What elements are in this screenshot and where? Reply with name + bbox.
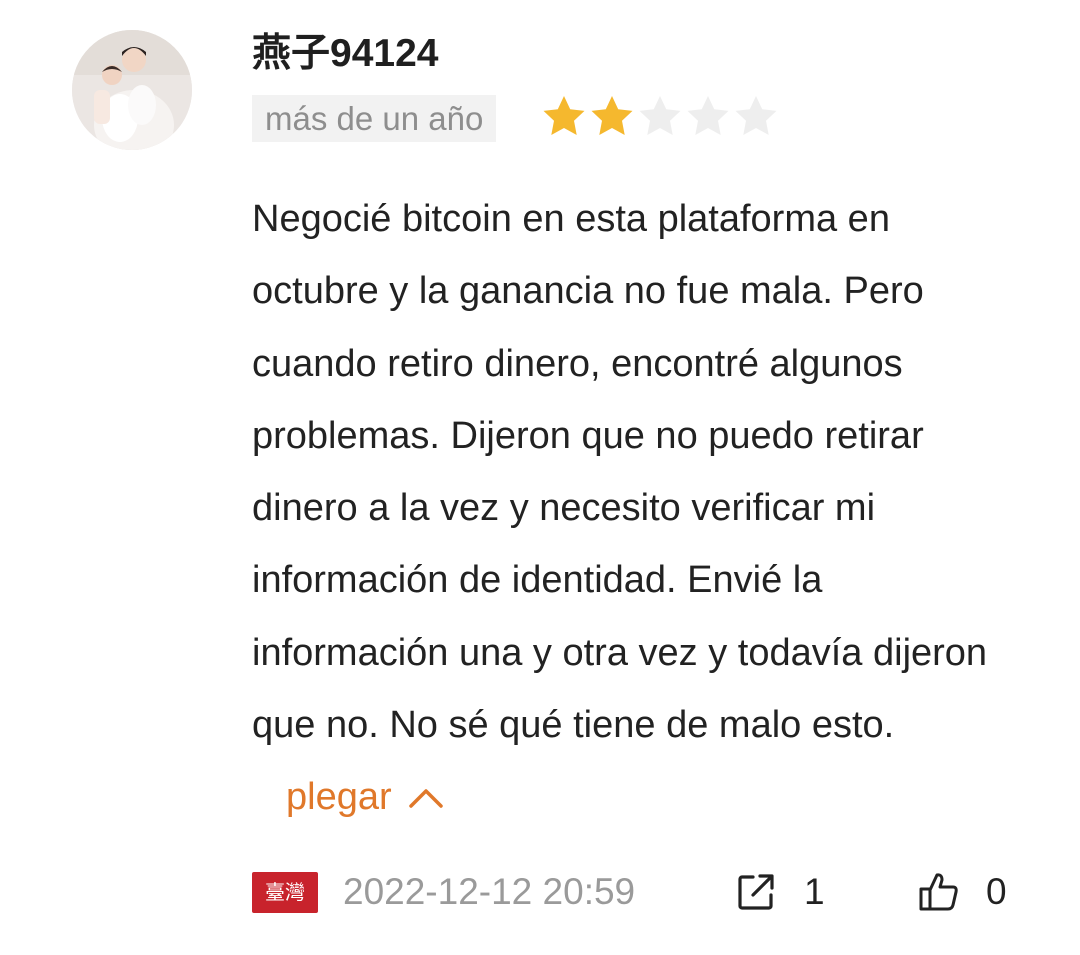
chevron-up-icon [408,788,443,808]
collapse-label: plegar [286,776,392,819]
review-footer: 臺灣 2022-12-12 20:59 1 0 [252,868,1012,916]
star-filled-icon [591,96,633,135]
thumbs-up-icon [919,873,958,911]
username[interactable]: 燕子94124 [252,30,438,78]
star-rating [540,94,780,138]
review-body: Negocié bitcoin en esta plataforma en oc… [252,183,1012,834]
post-datetime: 2022-12-12 20:59 [343,871,636,912]
review-text: Negocié bitcoin en esta plataforma en oc… [252,198,988,747]
region-tag: 臺灣 [252,872,318,913]
share-count: 1 [804,871,825,912]
share-icon [738,874,774,910]
like-button[interactable]: 0 [918,868,1007,916]
user-photo-avatar [72,30,192,150]
username-number: 94124 [330,32,439,75]
star-empty-icon [687,96,729,135]
star-empty-icon [639,96,681,135]
time-ago-badge: más de un año [252,95,497,142]
star-empty-icon [735,96,777,135]
avatar[interactable] [72,30,192,150]
like-count: 0 [986,871,1007,912]
star-filled-icon [543,96,585,135]
collapse-link[interactable]: plegar [286,761,444,833]
username-prefix: 燕子 [252,32,331,75]
share-button[interactable]: 1 [736,868,825,916]
